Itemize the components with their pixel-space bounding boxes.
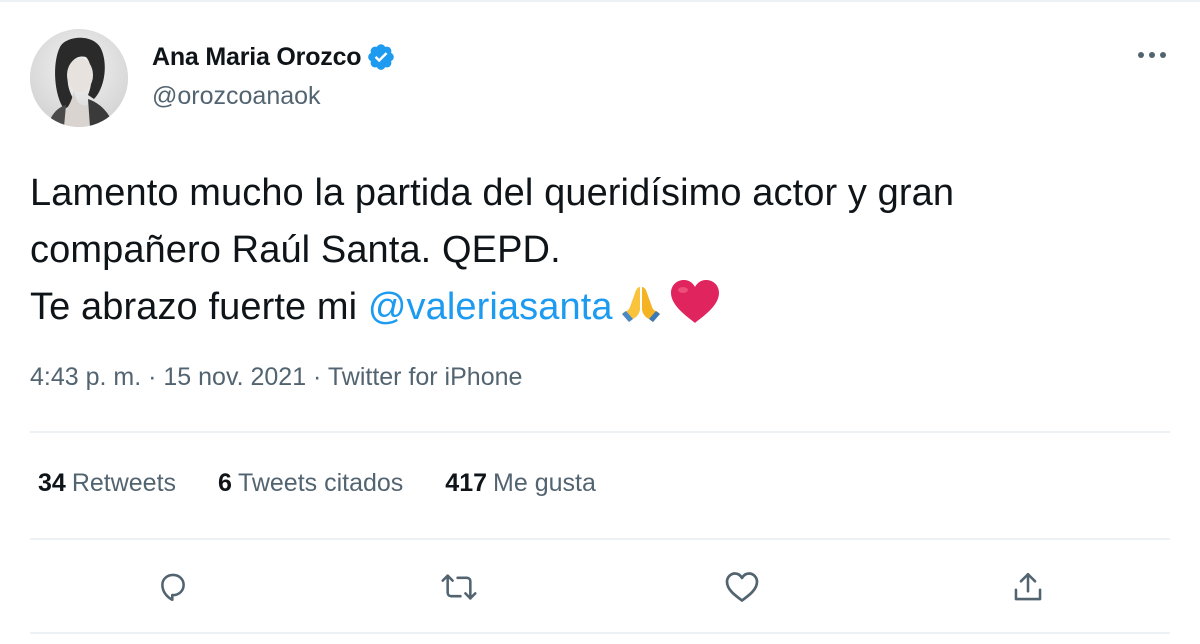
verified-badge-icon bbox=[366, 42, 396, 72]
tweet-text: Lamento mucho la partida del queridísimo… bbox=[30, 165, 1170, 342]
mention-link[interactable]: @valeriasanta bbox=[368, 286, 613, 328]
reply-icon[interactable] bbox=[148, 562, 198, 612]
divider bbox=[30, 632, 1170, 634]
tweet-text-line-3: Te abrazo fuerte mi @valeriasanta bbox=[30, 279, 1170, 342]
retweets-count: 34 bbox=[38, 469, 66, 497]
avatar-photo bbox=[30, 29, 128, 127]
meta-separator: · bbox=[306, 363, 328, 391]
tweet-text-line-1: Lamento mucho la partida del queridísimo… bbox=[30, 172, 955, 214]
folded-hands-icon bbox=[619, 281, 663, 342]
quotes-label: Tweets citados bbox=[237, 469, 404, 497]
quotes-count: 6 bbox=[218, 469, 232, 497]
tweet-time[interactable]: 4:43 p. m. bbox=[30, 363, 141, 391]
retweets-stat[interactable]: 34 Retweets bbox=[38, 469, 176, 498]
tweet-metadata: 4:43 p. m. · 15 nov. 2021 · Twitter for … bbox=[30, 363, 522, 392]
retweets-label: Retweets bbox=[71, 469, 177, 497]
tweet-text-line-3-prefix: Te abrazo fuerte mi bbox=[30, 286, 368, 328]
tweet-source[interactable]: Twitter for iPhone bbox=[328, 363, 523, 391]
action-bar bbox=[0, 562, 1200, 612]
likes-label: Me gusta bbox=[493, 469, 596, 497]
author-name-row: Ana Maria Orozco bbox=[152, 40, 396, 74]
more-icon[interactable] bbox=[1134, 40, 1170, 70]
quote-tweets-stat[interactable]: 6 Tweets citados bbox=[218, 469, 403, 498]
divider bbox=[30, 538, 1170, 540]
avatar[interactable] bbox=[30, 29, 128, 127]
likes-count: 417 bbox=[445, 469, 488, 497]
retweet-icon[interactable] bbox=[434, 562, 484, 612]
share-icon[interactable] bbox=[1003, 562, 1053, 612]
divider bbox=[30, 431, 1170, 433]
likes-stat[interactable]: 417 Me gusta bbox=[445, 469, 596, 498]
like-icon[interactable] bbox=[717, 562, 767, 612]
tweet-card: Ana Maria Orozco @orozcoanaok Lamento mu… bbox=[0, 0, 1200, 644]
author-display-name[interactable]: Ana Maria Orozco bbox=[152, 43, 362, 72]
engagement-stats: 34 Retweets 6 Tweets citados 417 Me gusta bbox=[38, 469, 638, 498]
tweet-text-line-2: compañero Raúl Santa. QEPD. bbox=[30, 229, 561, 271]
red-heart-icon bbox=[669, 279, 721, 342]
meta-separator: · bbox=[141, 363, 164, 391]
author-handle[interactable]: @orozcoanaok bbox=[152, 82, 321, 111]
tweet-date[interactable]: 15 nov. 2021 bbox=[163, 363, 306, 391]
